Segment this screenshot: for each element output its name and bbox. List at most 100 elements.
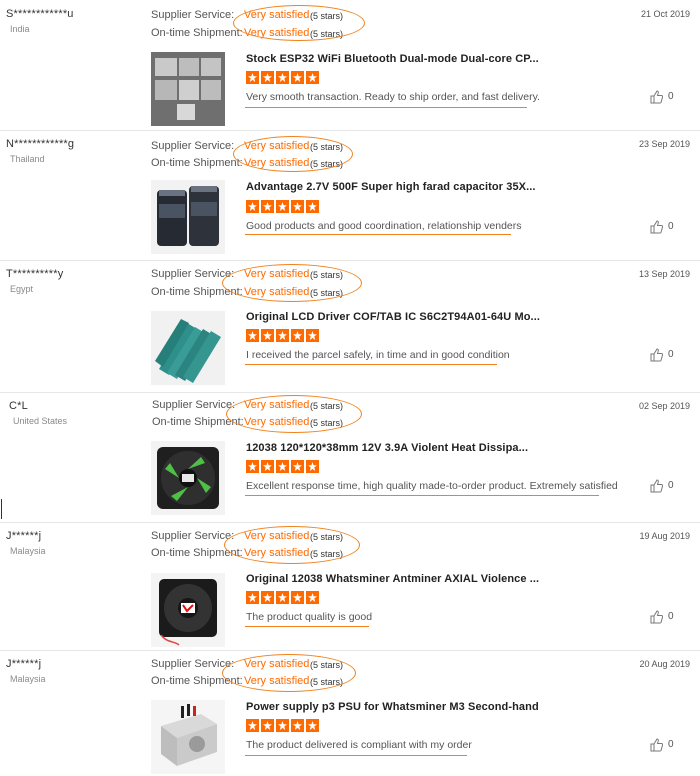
review-item: S************u India Supplier Service: V…: [0, 0, 700, 131]
buyer-country: United States: [13, 416, 68, 426]
star-icon: [306, 71, 319, 84]
product-title[interactable]: Stock ESP32 WiFi Bluetooth Dual-mode Dua…: [246, 53, 539, 65]
thumbs-up-icon: [650, 610, 663, 624]
thumbs-up-icon: [650, 90, 663, 104]
star-icon: [246, 329, 259, 342]
ontime-shipment-label: On-time Shipment:: [151, 27, 243, 39]
star-rating: [246, 719, 321, 733]
cooling-fan-image[interactable]: [151, 441, 225, 515]
buyer-name: J******j: [6, 530, 42, 542]
star-icon: [276, 591, 289, 604]
like-button[interactable]: 0: [650, 90, 686, 106]
star-icon: [306, 719, 319, 732]
like-count: 0: [668, 480, 674, 491]
esp32-module-image[interactable]: [151, 52, 225, 126]
rating-highlight-oval: [222, 264, 362, 302]
like-count: 0: [668, 91, 674, 102]
review-item: N************g Thailand Supplier Service…: [0, 130, 700, 261]
supplier-service-label: Supplier Service:: [151, 658, 235, 670]
star-icon: [261, 71, 274, 84]
thumbs-up-icon: [650, 348, 663, 362]
star-icon: [306, 460, 319, 473]
ontime-shipment-label: On-time Shipment:: [151, 157, 243, 169]
supplier-service-label: Supplier Service:: [151, 268, 235, 280]
buyer-name: T**********y: [6, 268, 64, 280]
psu-image[interactable]: [151, 700, 225, 774]
review-date: 21 Oct 2019: [640, 9, 690, 19]
star-icon: [276, 200, 289, 213]
star-icon: [291, 719, 304, 732]
star-icon: [246, 719, 259, 732]
star-icon: [261, 460, 274, 473]
review-date: 23 Sep 2019: [638, 139, 690, 149]
review-date: 13 Sep 2019: [638, 269, 690, 279]
buyer-country: India: [10, 24, 30, 34]
buyer-country: Malaysia: [10, 546, 46, 556]
star-icon: [291, 591, 304, 604]
thumbs-up-icon: [650, 479, 663, 493]
like-count: 0: [668, 739, 674, 750]
star-icon: [261, 591, 274, 604]
review-date: 20 Aug 2019: [639, 659, 690, 669]
thumbs-up-icon: [650, 220, 663, 234]
buyer-name: S************u: [6, 8, 74, 20]
capacitor-image[interactable]: [151, 180, 225, 254]
left-edge-mark: [1, 499, 2, 519]
product-title[interactable]: Power supply p3 PSU for Whatsminer M3 Se…: [246, 701, 539, 713]
feedback-text: Excellent response time, high quality ma…: [246, 480, 618, 492]
supplier-service-label: Supplier Service:: [152, 399, 236, 411]
like-count: 0: [668, 221, 674, 232]
product-title[interactable]: Original LCD Driver COF/TAB IC S6C2T94A0…: [246, 311, 540, 323]
star-icon: [246, 591, 259, 604]
feedback-text: The product quality is good: [246, 611, 373, 623]
like-count: 0: [668, 349, 674, 360]
star-icon: [276, 71, 289, 84]
feedback-text: Good products and good coordination, rel…: [246, 220, 522, 232]
supplier-service-label: Supplier Service:: [151, 9, 235, 21]
review-item: J******j Malaysia Supplier Service: Very…: [0, 522, 700, 651]
star-icon: [291, 71, 304, 84]
star-icon: [306, 329, 319, 342]
rating-highlight-oval: [226, 395, 362, 433]
product-title[interactable]: Original 12038 Whatsminer Antminer AXIAL…: [246, 573, 539, 585]
like-count: 0: [668, 611, 674, 622]
buyer-name: N************g: [6, 138, 75, 150]
star-icon: [306, 591, 319, 604]
rating-highlight-oval: [233, 136, 353, 172]
star-icon: [246, 71, 259, 84]
buyer-country: Egypt: [10, 284, 34, 294]
thumbs-up-icon: [650, 738, 663, 752]
like-button[interactable]: 0: [650, 220, 686, 236]
feedback-underline: [245, 364, 497, 365]
star-icon: [276, 329, 289, 342]
feedback-underline: [245, 755, 467, 756]
supplier-service-label: Supplier Service:: [151, 140, 235, 152]
review-item: T**********y Egypt Supplier Service: Ver…: [0, 260, 700, 393]
feedback-underline: [245, 107, 527, 108]
review-date: 19 Aug 2019: [639, 531, 690, 541]
star-icon: [261, 719, 274, 732]
star-icon: [306, 200, 319, 213]
rating-highlight-oval: [222, 654, 356, 692]
feedback-underline: [245, 626, 369, 627]
star-icon: [291, 200, 304, 213]
product-title[interactable]: 12038 120*120*38mm 12V 3.9A Violent Heat…: [246, 442, 528, 454]
like-button[interactable]: 0: [650, 348, 686, 364]
feedback-underline: [245, 495, 599, 496]
axial-fan-image[interactable]: [151, 573, 225, 647]
like-button[interactable]: 0: [650, 738, 686, 754]
star-icon: [261, 329, 274, 342]
star-icon: [246, 460, 259, 473]
rating-highlight-oval: [224, 526, 360, 564]
supplier-service-label: Supplier Service:: [151, 530, 235, 542]
like-button[interactable]: 0: [650, 610, 686, 626]
product-title[interactable]: Advantage 2.7V 500F Super high farad cap…: [246, 181, 536, 193]
star-icon: [276, 460, 289, 473]
lcd-driver-image[interactable]: [151, 311, 225, 385]
buyer-country: Malaysia: [10, 674, 46, 684]
like-button[interactable]: 0: [650, 479, 686, 495]
rating-highlight-oval: [233, 5, 365, 41]
buyer-name: J******j: [6, 658, 42, 670]
star-rating: [246, 200, 321, 214]
star-icon: [246, 200, 259, 213]
